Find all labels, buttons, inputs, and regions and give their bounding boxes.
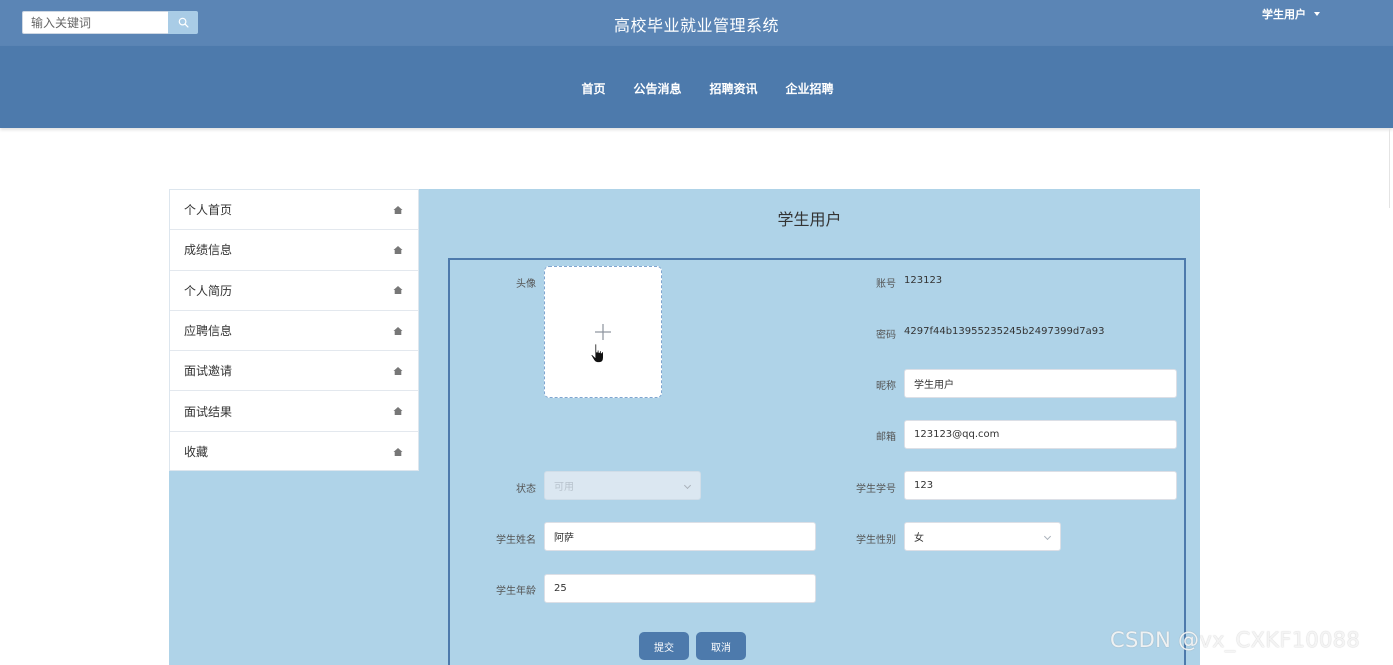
status-label: 状态 [516, 484, 536, 495]
avatar-label: 头像 [516, 279, 536, 290]
gender-label: 学生性别 [856, 535, 896, 546]
account-label: 账号 [876, 279, 896, 290]
nav-bar: 首页 公告消息 招聘资讯 企业招聘 [0, 46, 1393, 128]
plus-icon [595, 324, 611, 340]
user-menu[interactable]: 学生用户 [1262, 6, 1320, 22]
sidebar-item-personal-home[interactable]: 个人首页 [170, 190, 418, 231]
submit-button[interactable]: 提交 [639, 632, 689, 660]
sidebar-item-grades[interactable]: 成绩信息 [170, 230, 418, 271]
gender-select[interactable]: 女 [904, 522, 1061, 551]
email-label: 邮箱 [876, 432, 896, 443]
sidebar-item-interview-results[interactable]: 面试结果 [170, 391, 418, 432]
age-input-value: 25 [554, 583, 567, 594]
nickname-input[interactable]: 学生用户 [904, 369, 1177, 398]
password-value: 4297f44b13955235245b2497399d7a93 [904, 326, 1105, 337]
email-input-value: 123123@qq.com [914, 429, 1000, 440]
nav-menu: 首页 公告消息 招聘资讯 企业招聘 [0, 80, 1393, 97]
home-icon [393, 407, 403, 416]
student-number-input-value: 123 [914, 480, 934, 491]
chevron-down-icon [683, 481, 692, 490]
top-bar: 高校毕业就业管理系统 学生用户 [0, 0, 1393, 46]
sidebar-item-resume[interactable]: 个人简历 [170, 271, 418, 311]
sidebar-item-label: 个人首页 [184, 203, 233, 218]
user-menu-label: 学生用户 [1262, 8, 1306, 21]
sidebar-item-label: 成绩信息 [184, 243, 233, 258]
home-icon [393, 245, 403, 254]
age-input[interactable]: 25 [544, 574, 816, 603]
account-value: 123123 [904, 275, 943, 286]
student-number-label: 学生学号 [856, 484, 896, 495]
divider [1389, 128, 1390, 208]
home-icon [393, 447, 403, 456]
home-icon [393, 366, 403, 375]
sidebar-item-label: 应聘信息 [184, 324, 233, 339]
nav-item-home[interactable]: 首页 [581, 80, 605, 97]
chevron-down-icon [1043, 532, 1052, 541]
sidebar-item-interview-invitations[interactable]: 面试邀请 [170, 351, 418, 392]
caret-down-icon [1314, 12, 1320, 16]
gender-select-value: 女 [914, 533, 924, 544]
sidebar-item-label: 个人简历 [184, 283, 233, 298]
student-number-input[interactable]: 123 [904, 471, 1177, 500]
student-name-label: 学生姓名 [496, 535, 536, 546]
sidebar-item-favorites[interactable]: 收藏 [170, 432, 418, 472]
cancel-button[interactable]: 取消 [696, 632, 746, 660]
age-label: 学生年龄 [496, 586, 536, 597]
hand-cursor-icon [590, 343, 604, 363]
nav-item-company-recruitment[interactable]: 企业招聘 [786, 80, 834, 97]
sidebar-menu: 个人首页 成绩信息 个人简历 应聘信息 面试邀请 面试结果 收藏 [169, 189, 419, 471]
nav-item-announcements[interactable]: 公告消息 [633, 80, 681, 97]
sidebar-item-label: 收藏 [184, 445, 209, 460]
email-input[interactable]: 123123@qq.com [904, 420, 1177, 449]
home-icon [393, 205, 403, 214]
student-name-input-value: 阿萨 [554, 533, 574, 544]
status-select-value: 可用 [554, 482, 574, 493]
status-select: 可用 [544, 471, 701, 500]
password-label: 密码 [876, 330, 896, 341]
site-title: 高校毕业就业管理系统 [613, 16, 779, 35]
sidebar-item-applications[interactable]: 应聘信息 [170, 311, 418, 352]
nav-item-job-news[interactable]: 招聘资讯 [710, 80, 758, 97]
student-name-input[interactable]: 阿萨 [544, 522, 816, 551]
nickname-label: 昵称 [876, 381, 896, 392]
page-title: 学生用户 [777, 210, 842, 229]
avatar-upload[interactable] [544, 266, 662, 398]
sidebar-item-label: 面试结果 [184, 404, 233, 419]
nickname-input-value: 学生用户 [914, 380, 954, 391]
home-icon [393, 326, 403, 335]
watermark: CSDN @vx_CXKF10088 [1110, 628, 1361, 652]
sidebar-item-label: 面试邀请 [184, 364, 233, 379]
home-icon [393, 286, 403, 295]
